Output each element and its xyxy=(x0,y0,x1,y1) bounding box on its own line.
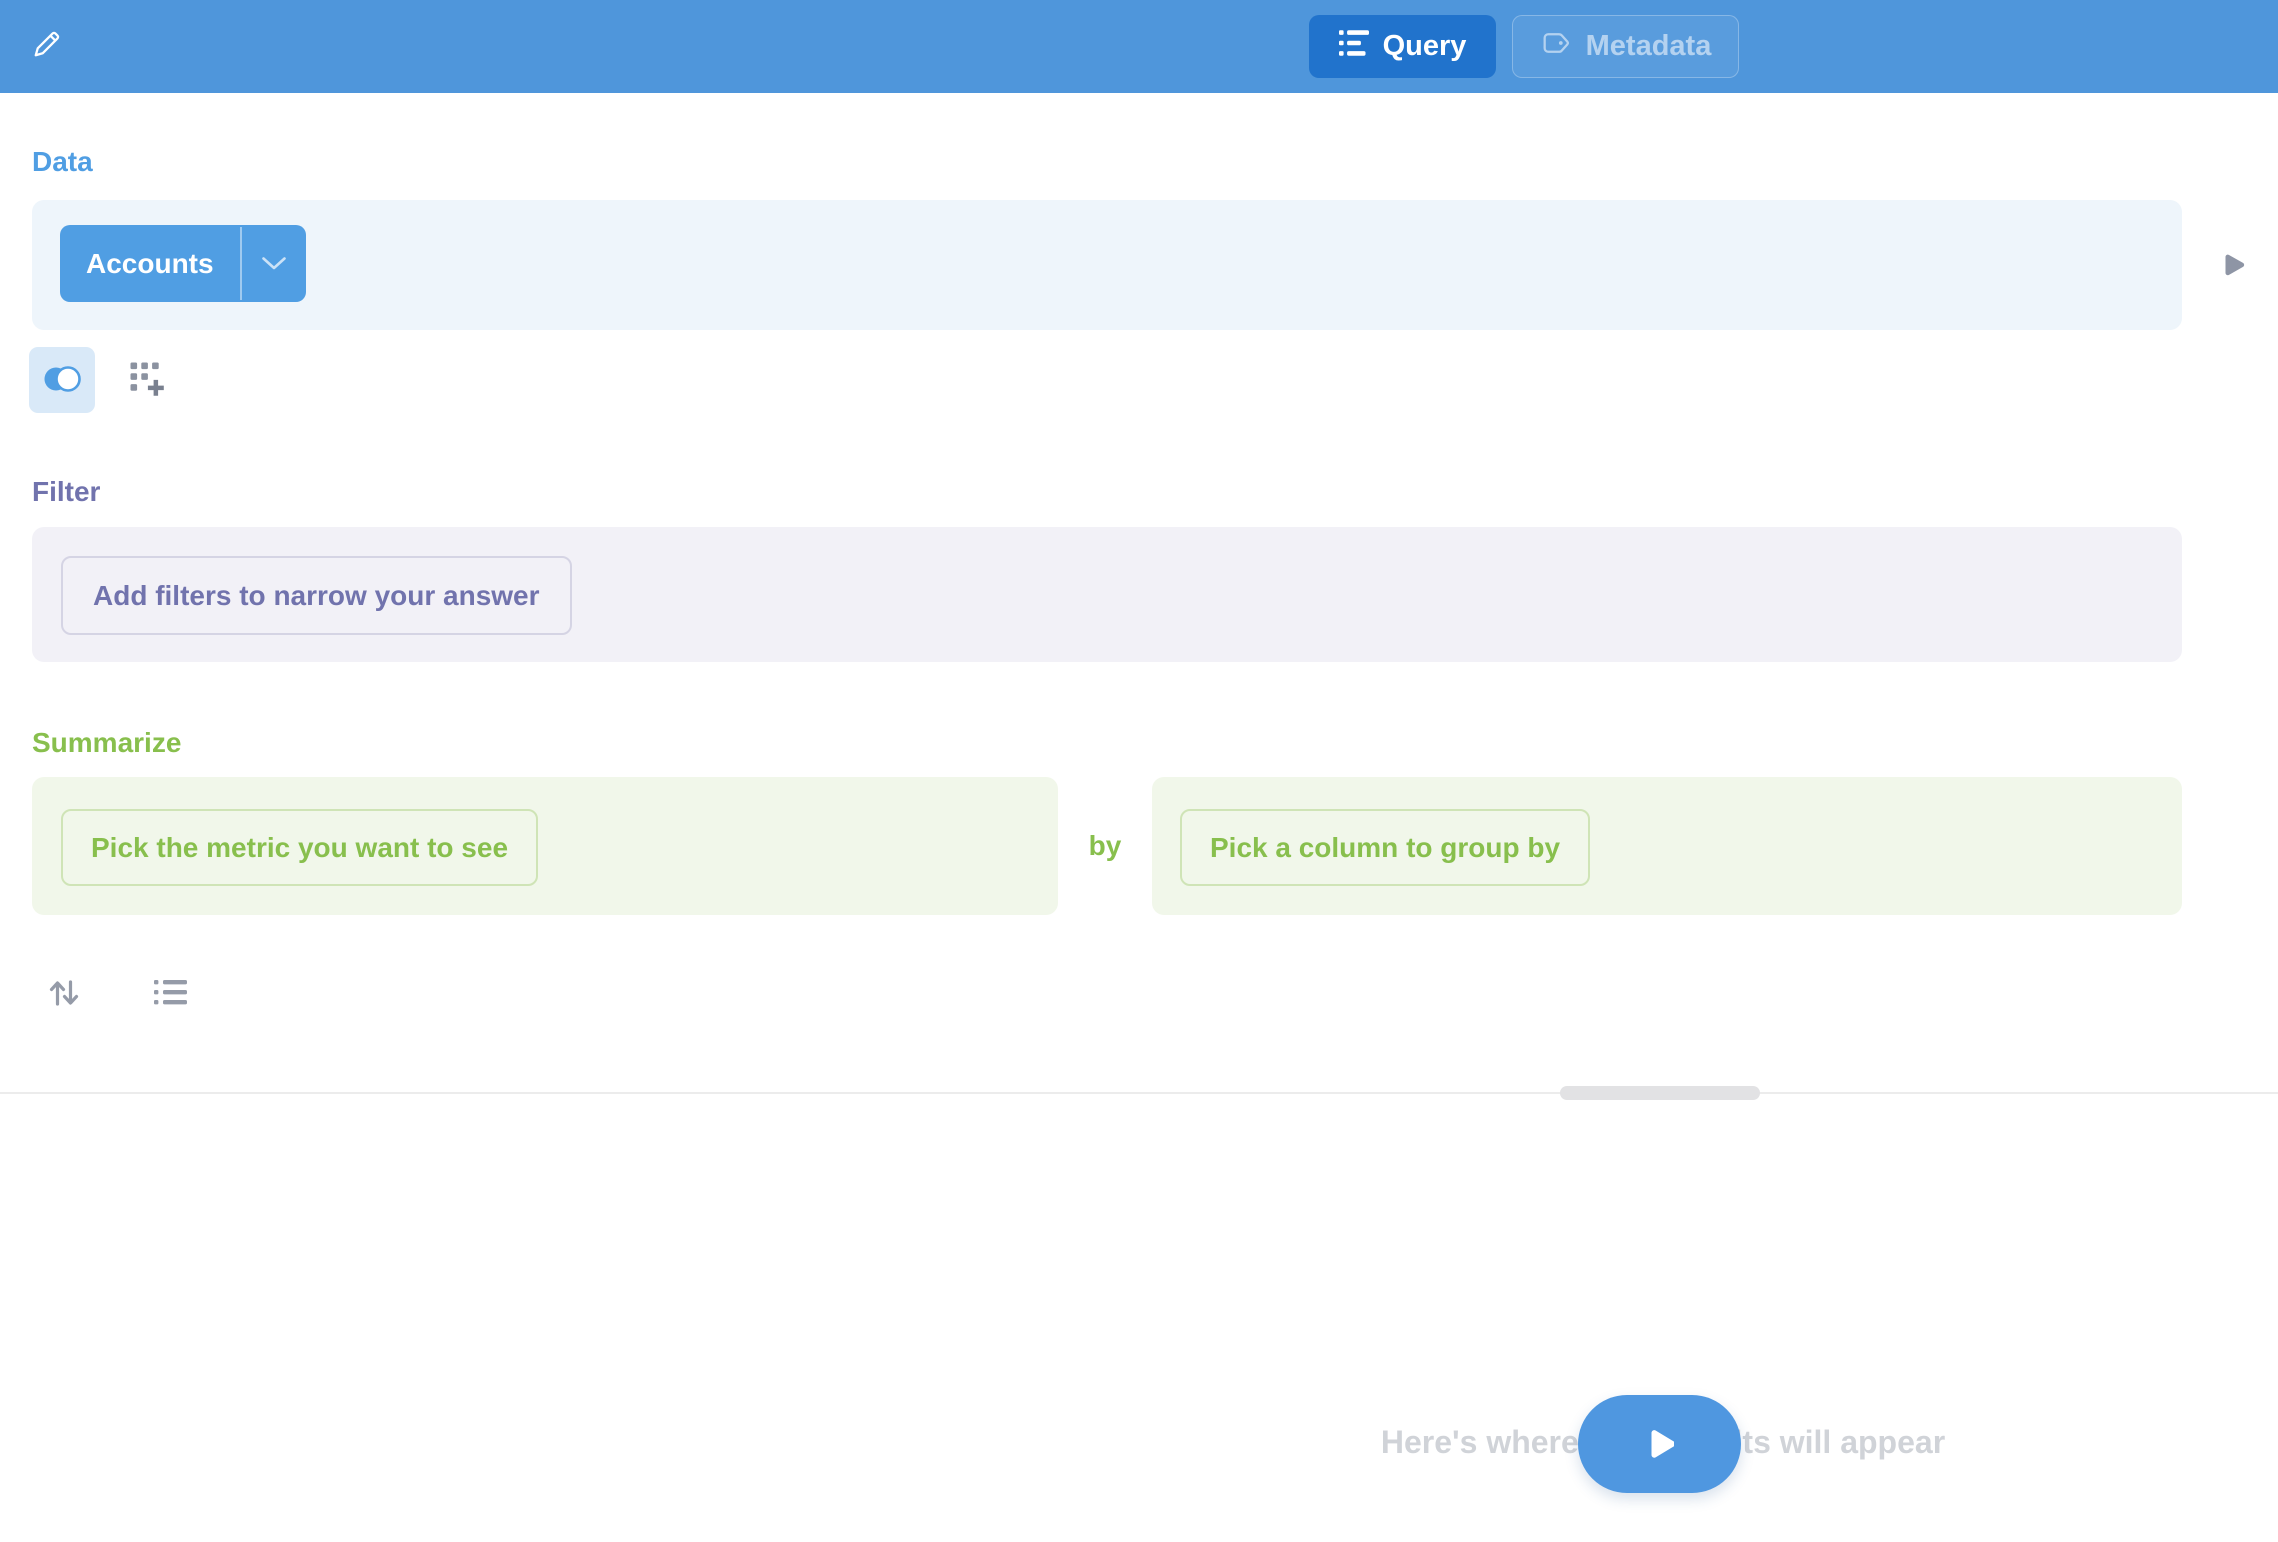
add-filter-button[interactable]: Add filters to narrow your answer xyxy=(61,556,572,635)
join-icon xyxy=(41,362,83,399)
run-query-button[interactable] xyxy=(1578,1395,1741,1493)
data-source-button[interactable]: Accounts xyxy=(60,225,306,302)
edit-question-button[interactable] xyxy=(24,24,68,68)
by-label: by xyxy=(1058,777,1152,915)
extra-step-actions xyxy=(42,972,192,1016)
summarize-section-label: Summarize xyxy=(32,727,181,759)
sort-icon xyxy=(47,976,81,1013)
pick-metric-button[interactable]: Pick the metric you want to see xyxy=(61,809,538,886)
data-source-name: Accounts xyxy=(60,225,240,302)
editor-tabs: Query Metadata xyxy=(1309,15,1739,78)
app-header: Query Metadata xyxy=(0,0,2278,93)
preview-play-icon xyxy=(2222,252,2246,281)
pick-group-by-button[interactable]: Pick a column to group by xyxy=(1180,809,1590,886)
run-play-icon xyxy=(1646,1428,1674,1461)
preview-step-button[interactable] xyxy=(2212,246,2256,286)
join-data-button[interactable] xyxy=(29,347,95,413)
list-icon xyxy=(1339,30,1369,64)
data-step: Accounts xyxy=(32,200,2182,330)
chevron-down-icon[interactable] xyxy=(242,225,306,302)
row-limit-button[interactable] xyxy=(148,972,192,1016)
tab-metadata[interactable]: Metadata xyxy=(1512,15,1739,78)
tab-query-label: Query xyxy=(1383,30,1467,63)
tab-query[interactable]: Query xyxy=(1309,15,1496,78)
sort-button[interactable] xyxy=(42,972,86,1016)
summarize-step: Pick the metric you want to see by Pick … xyxy=(0,777,2278,915)
filter-section-label: Filter xyxy=(32,476,100,508)
tab-metadata-label: Metadata xyxy=(1586,30,1712,63)
custom-column-icon xyxy=(129,361,165,400)
tag-icon xyxy=(1540,27,1572,67)
metric-box: Pick the metric you want to see xyxy=(32,777,1058,915)
data-step-actions xyxy=(29,347,173,413)
pencil-icon xyxy=(30,29,62,64)
drag-handle[interactable] xyxy=(1560,1086,1760,1100)
query-builder-screen: Query Metadata Data Accounts xyxy=(0,0,2278,1542)
custom-column-button[interactable] xyxy=(121,354,173,406)
row-limit-icon xyxy=(154,979,187,1009)
data-section-label: Data xyxy=(32,146,93,178)
pane-divider xyxy=(0,1092,2278,1094)
filter-step: Add filters to narrow your answer xyxy=(32,527,2182,662)
